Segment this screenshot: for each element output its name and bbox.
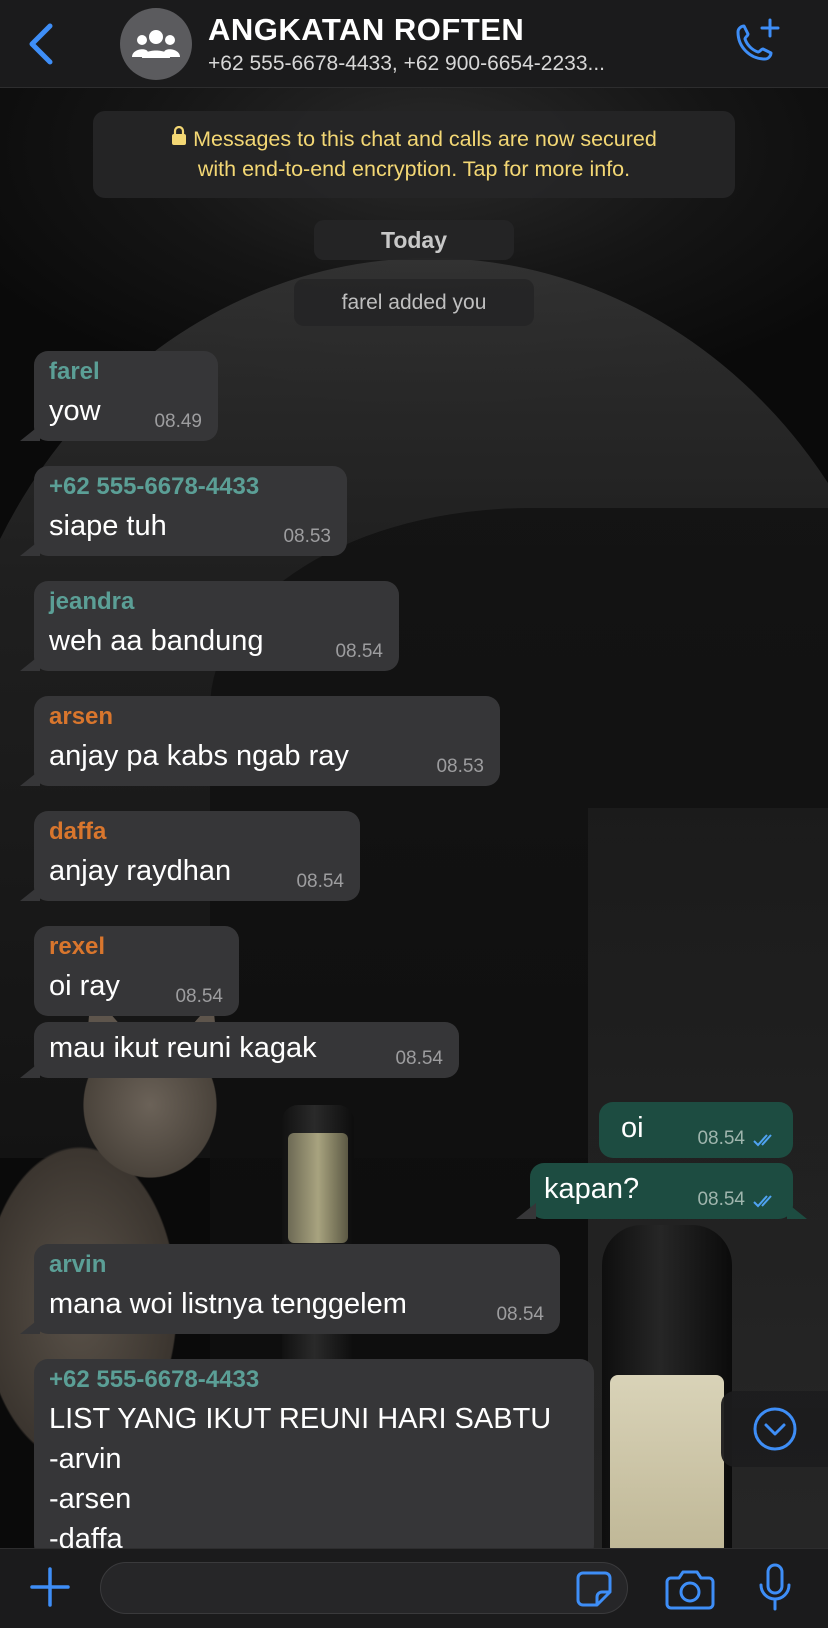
double-check-icon (753, 1195, 772, 1208)
message-text-line: -arvin (49, 1443, 122, 1475)
message-text: yow (49, 395, 101, 427)
message-text-line: -arsen (49, 1483, 132, 1515)
message-bubble[interactable]: arvin mana woi listnya tenggelem 08.54 (20, 1244, 560, 1334)
message-time: 08.54 (697, 1128, 745, 1149)
message-text: anjay raydhan (49, 855, 232, 887)
camera-button[interactable] (665, 1568, 715, 1610)
message-input[interactable] (100, 1562, 628, 1614)
double-check-icon (753, 1134, 772, 1147)
message-text: mau ikut reuni kagak (49, 1032, 317, 1064)
message-text: siape tuh (49, 510, 167, 542)
message-text: oi (621, 1112, 644, 1144)
message-text: mana woi listnya tenggelem (49, 1288, 407, 1320)
message-bubble[interactable]: jeandra weh aa bandung 08.54 (20, 581, 399, 671)
microphone-button[interactable] (757, 1563, 793, 1613)
message-text-line: LIST YANG IKUT REUNI HARI SABTU (49, 1403, 552, 1435)
back-button[interactable] (22, 22, 62, 66)
message-text: weh aa bandung (49, 625, 264, 657)
system-message: farel added you (294, 279, 534, 326)
message-sender[interactable]: arvin (49, 1251, 106, 1279)
wallpaper-bottle (602, 1225, 732, 1555)
message-sender[interactable]: +62 555-6678-4433 (49, 1366, 259, 1394)
outgoing-message-bubble[interactable]: oi 08.54 (599, 1102, 793, 1158)
message-sender[interactable]: arsen (49, 703, 113, 731)
outgoing-message-bubble[interactable]: kapan? 08.54 (516, 1163, 807, 1219)
group-avatar[interactable] (120, 8, 192, 80)
chevron-down-circle-icon (753, 1407, 796, 1451)
plus-icon (30, 1567, 70, 1607)
message-text: kapan? (544, 1173, 640, 1205)
message-time: 08.54 (175, 986, 223, 1007)
microphone-icon (759, 1563, 791, 1611)
message-time: 08.54 (296, 871, 344, 892)
encryption-text-line2: with end-to-end encryption. Tap for more… (197, 157, 631, 181)
message-sender[interactable]: jeandra (49, 588, 134, 616)
message-bubble[interactable]: +62 555-6678-4433 siape tuh 08.53 (20, 466, 347, 556)
message-text: anjay pa kabs ngab ray (49, 740, 349, 772)
message-time: 08.49 (154, 411, 202, 432)
message-bubble[interactable]: arsen anjay pa kabs ngab ray 08.53 (20, 696, 500, 786)
composer-bar (0, 1548, 828, 1628)
message-bubble[interactable]: +62 555-6678-4433 LIST YANG IKUT REUNI H… (34, 1359, 594, 1559)
group-icon (132, 30, 180, 58)
message-time: 08.54 (395, 1048, 443, 1069)
message-bubble[interactable]: farel yow 08.49 (20, 351, 218, 441)
message-time: 08.54 (496, 1304, 544, 1325)
message-time: 08.53 (436, 756, 484, 777)
message-bubble[interactable]: mau ikut reuni kagak 08.54 (20, 1022, 459, 1078)
sticker-button[interactable] (575, 1570, 613, 1608)
date-separator: Today (314, 220, 514, 260)
lock-icon (171, 124, 187, 154)
sticker-icon (576, 1571, 612, 1607)
message-time: 08.54 (335, 641, 383, 662)
chevron-left-icon (29, 23, 53, 65)
message-bubble[interactable]: daffa anjay raydhan 08.54 (20, 811, 360, 901)
scroll-to-bottom-button[interactable] (721, 1391, 828, 1467)
chat-participants[interactable]: +62 555-6678-4433, +62 900-6654-2233... (208, 52, 728, 76)
encryption-text-line1: Messages to this chat and calls are now … (193, 127, 657, 151)
message-time: 08.53 (283, 526, 331, 547)
phone-add-icon (736, 18, 780, 61)
chat-title[interactable]: ANGKATAN ROFTEN (208, 12, 524, 48)
message-time: 08.54 (697, 1189, 745, 1210)
message-sender[interactable]: farel (49, 358, 100, 386)
add-call-button[interactable] (730, 18, 784, 68)
attach-button[interactable] (28, 1565, 72, 1609)
chat-header: ANGKATAN ROFTEN +62 555-6678-4433, +62 9… (0, 0, 828, 88)
message-text: oi ray (49, 970, 120, 1002)
message-sender[interactable]: rexel (49, 933, 105, 961)
encryption-notice[interactable]: Messages to this chat and calls are now … (93, 111, 735, 198)
camera-icon (665, 1570, 715, 1610)
message-sender[interactable]: daffa (49, 818, 106, 846)
message-bubble[interactable]: rexel oi ray 08.54 (34, 926, 239, 1016)
message-sender[interactable]: +62 555-6678-4433 (49, 473, 259, 501)
